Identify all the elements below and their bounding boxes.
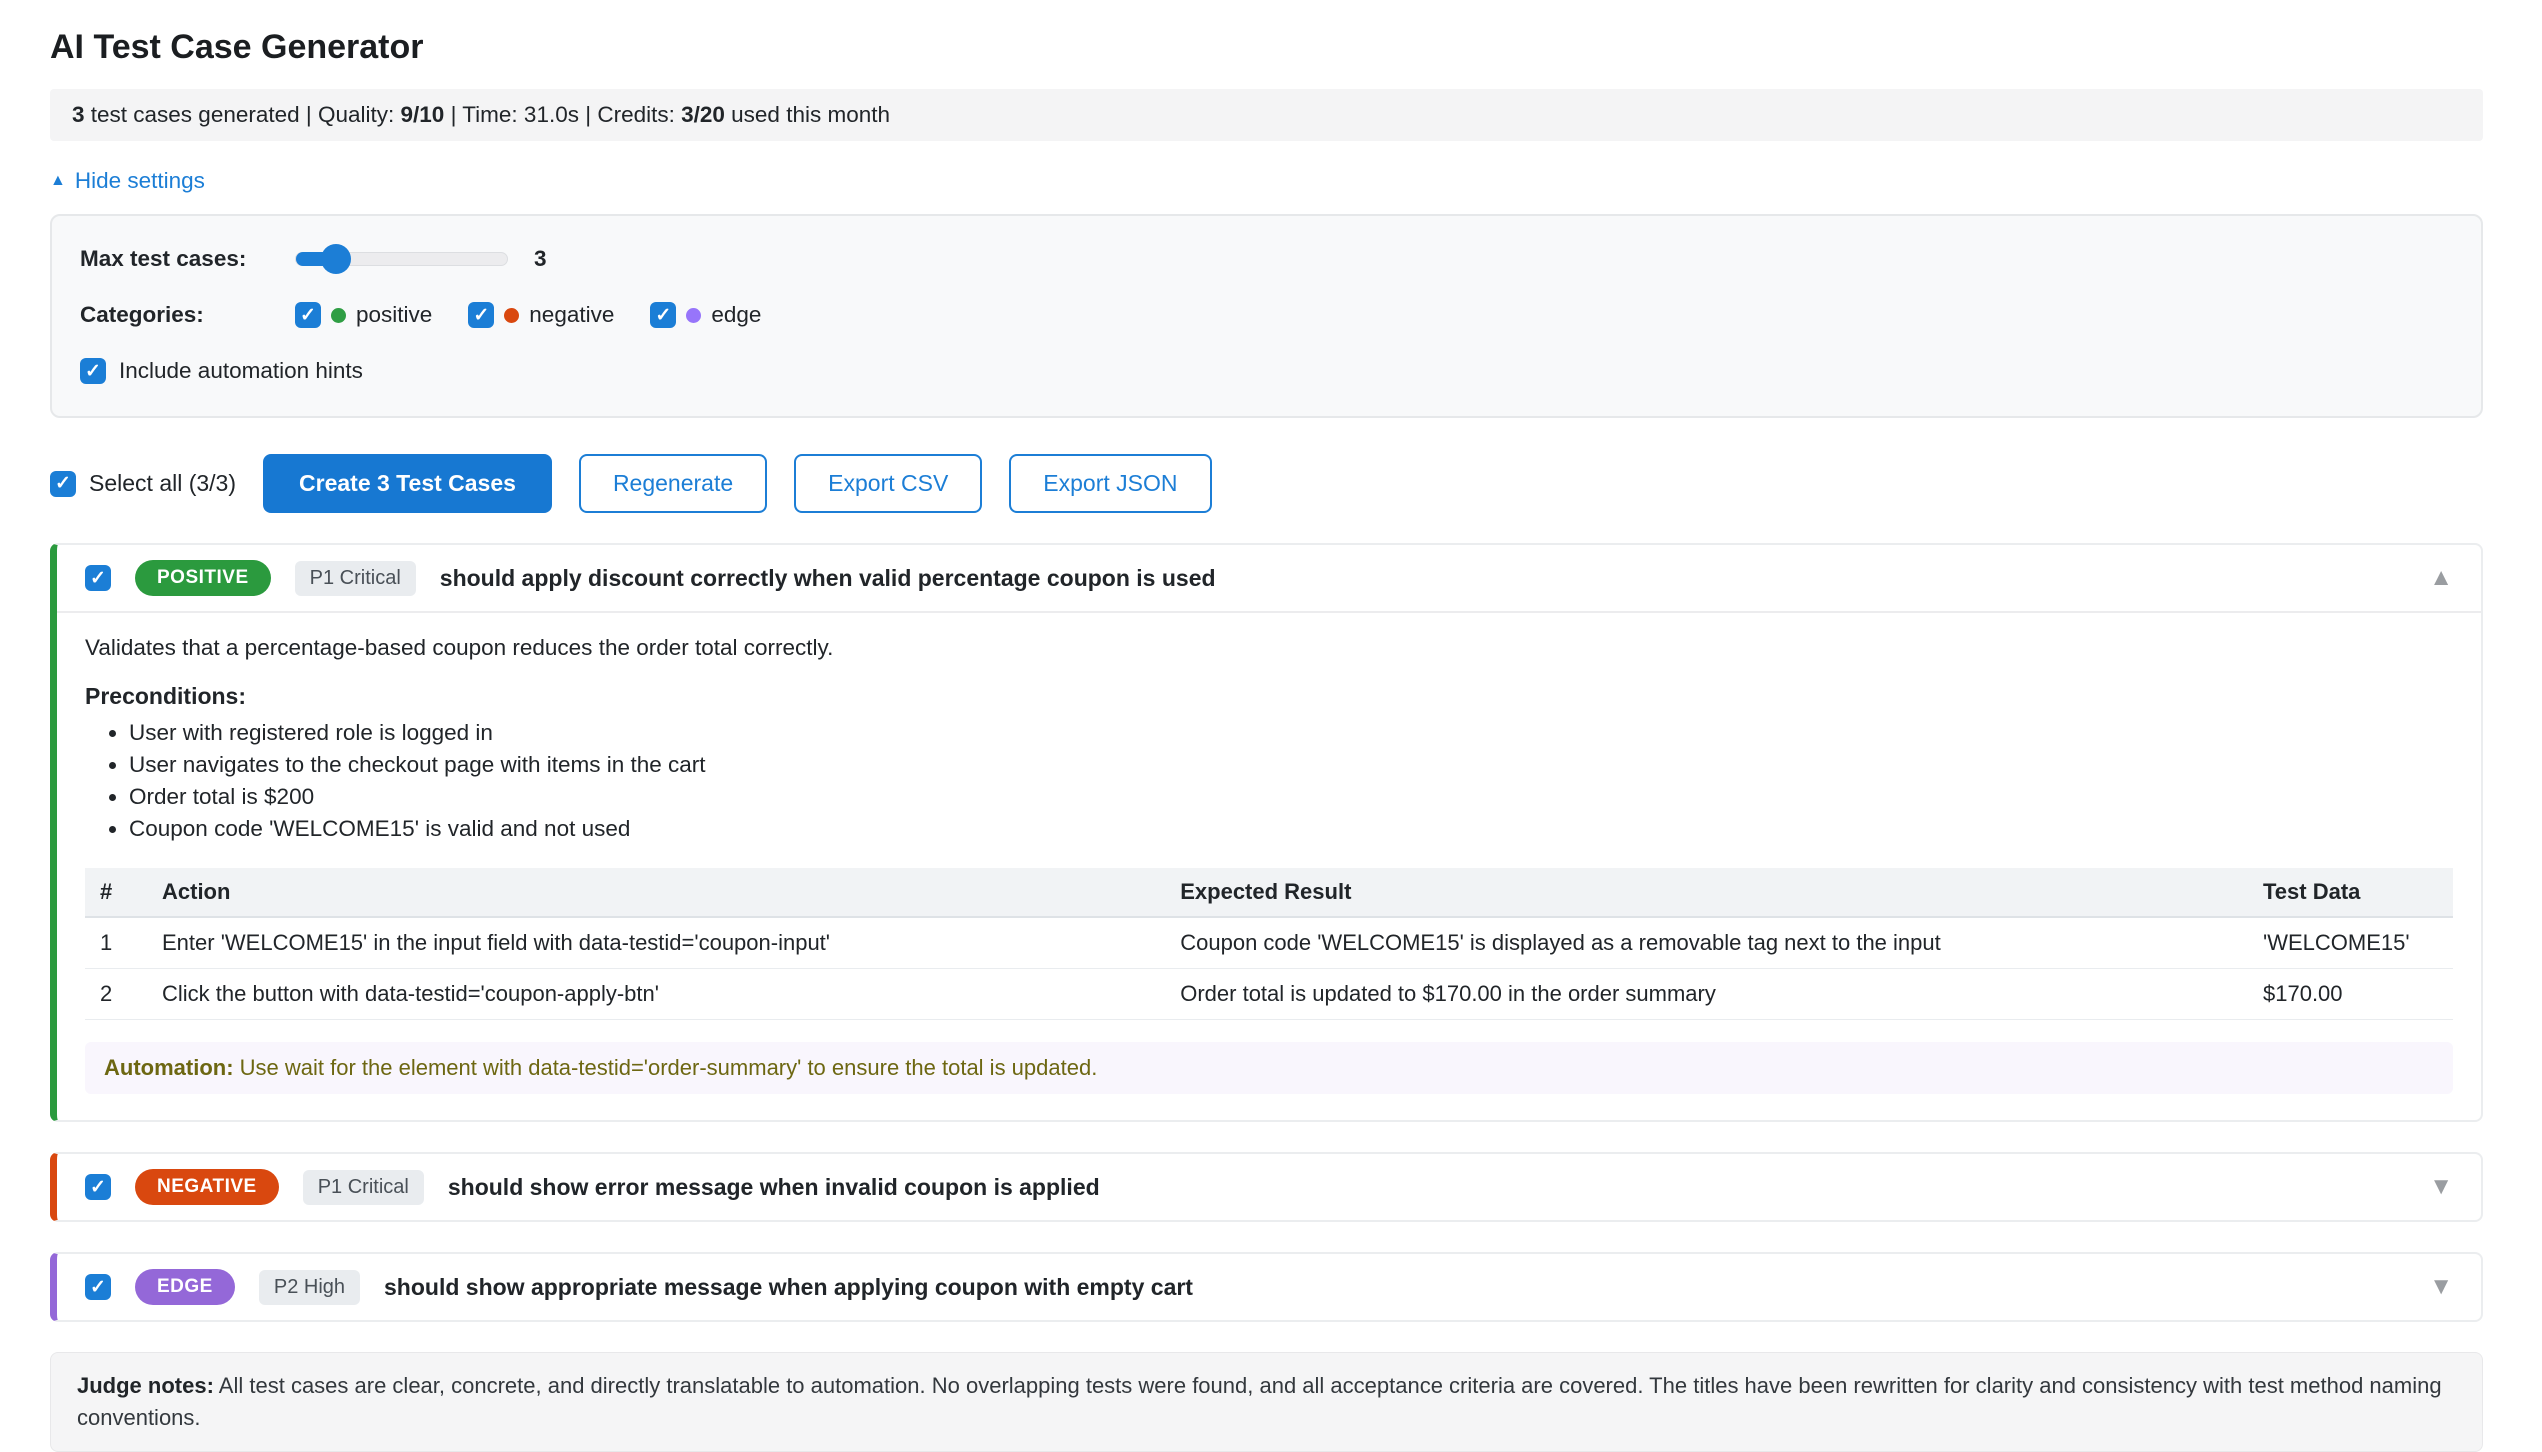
steps-table: # Action Expected Result Test Data 1 Ent… bbox=[85, 868, 2453, 1020]
judge-notes-text: All test cases are clear, concrete, and … bbox=[77, 1373, 2442, 1430]
steps-table-header-row: # Action Expected Result Test Data bbox=[85, 868, 2453, 917]
negative-dot-icon bbox=[504, 308, 519, 323]
page: AI Test Case Generator 3 test cases gene… bbox=[50, 0, 2483, 1452]
hide-settings-link[interactable]: ▲ Hide settings bbox=[50, 168, 205, 194]
judge-notes-label: Judge notes: bbox=[77, 1373, 214, 1398]
automation-note-text: Use wait for the element with data-testi… bbox=[240, 1055, 1098, 1080]
expand-arrow-icon[interactable]: ▼ bbox=[2429, 1273, 2453, 1301]
categories-label: Categories: bbox=[80, 302, 295, 328]
step-number: 2 bbox=[85, 969, 147, 1020]
test-case-title: should show appropriate message when app… bbox=[384, 1274, 2405, 1301]
step-action: Enter 'WELCOME15' in the input field wit… bbox=[147, 917, 1165, 969]
step-number: 1 bbox=[85, 917, 147, 969]
test-case-header[interactable]: POSITIVE P1 Critical should apply discou… bbox=[57, 545, 2481, 611]
priority-badge: P1 Critical bbox=[303, 1170, 424, 1205]
select-all-label: Select all (3/3) bbox=[89, 470, 236, 497]
automation-note-label: Automation: bbox=[104, 1055, 234, 1080]
create-test-cases-button[interactable]: Create 3 Test Cases bbox=[263, 454, 552, 513]
checkbox-edge[interactable] bbox=[650, 302, 676, 328]
table-row: 2 Click the button with data-testid='cou… bbox=[85, 969, 2453, 1020]
step-action: Click the button with data-testid='coupo… bbox=[147, 969, 1165, 1020]
test-case-description: Validates that a percentage-based coupon… bbox=[85, 635, 2453, 661]
page-title: AI Test Case Generator bbox=[50, 28, 2483, 67]
stats-bar: 3 test cases generated | Quality: 9/10 |… bbox=[50, 89, 2483, 141]
automation-note: Automation: Use wait for the element wit… bbox=[85, 1042, 2453, 1094]
checkbox-select-all[interactable] bbox=[50, 471, 76, 497]
category-edge: edge bbox=[650, 302, 761, 328]
stats-seg2: | Time: 31.0s | Credits: bbox=[444, 102, 681, 127]
step-test-data: $170.00 bbox=[2248, 969, 2453, 1020]
checkbox-positive[interactable] bbox=[295, 302, 321, 328]
collapse-arrow-icon[interactable]: ▲ bbox=[2429, 564, 2453, 592]
category-positive: positive bbox=[295, 302, 432, 328]
type-badge-negative: NEGATIVE bbox=[135, 1169, 279, 1205]
stats-credits: 3/20 bbox=[681, 102, 725, 127]
test-case-header[interactable]: EDGE P2 High should show appropriate mes… bbox=[57, 1254, 2481, 1320]
precondition-item: Coupon code 'WELCOME15' is valid and not… bbox=[129, 816, 2453, 842]
test-case-card-negative: NEGATIVE P1 Critical should show error m… bbox=[50, 1152, 2483, 1222]
test-case-title: should apply discount correctly when val… bbox=[440, 565, 2405, 592]
test-case-header[interactable]: NEGATIVE P1 Critical should show error m… bbox=[57, 1154, 2481, 1220]
automation-hints-row: Include automation hints bbox=[80, 352, 2453, 390]
category-negative: negative bbox=[468, 302, 614, 328]
stats-seg1: test cases generated | Quality: bbox=[85, 102, 401, 127]
checkbox-negative[interactable] bbox=[468, 302, 494, 328]
col-header-test-data: Test Data bbox=[2248, 868, 2453, 917]
hide-settings-label: Hide settings bbox=[75, 168, 205, 194]
precondition-item: User with registered role is logged in bbox=[129, 720, 2453, 746]
max-test-cases-row: Max test cases: 3 bbox=[80, 240, 2453, 278]
preconditions-heading: Preconditions: bbox=[85, 683, 2453, 710]
category-positive-label: positive bbox=[356, 302, 432, 328]
type-badge-edge: EDGE bbox=[135, 1269, 235, 1305]
category-negative-label: negative bbox=[529, 302, 614, 328]
test-case-body: Validates that a percentage-based coupon… bbox=[57, 611, 2481, 1120]
categories-row: Categories: positive negative edge bbox=[80, 296, 2453, 334]
col-header-number: # bbox=[85, 868, 147, 917]
export-json-button[interactable]: Export JSON bbox=[1009, 454, 1211, 513]
judge-notes: Judge notes: All test cases are clear, c… bbox=[50, 1352, 2483, 1452]
stats-quality: 9/10 bbox=[401, 102, 445, 127]
type-badge-positive: POSITIVE bbox=[135, 560, 271, 596]
preconditions-list: User with registered role is logged in U… bbox=[129, 720, 2453, 842]
max-test-cases-slider[interactable] bbox=[295, 252, 508, 266]
settings-panel: Max test cases: 3 Categories: positive n… bbox=[50, 214, 2483, 418]
priority-badge: P1 Critical bbox=[295, 561, 416, 596]
checkbox-test-case-3[interactable] bbox=[85, 1274, 111, 1300]
max-test-cases-label: Max test cases: bbox=[80, 246, 295, 272]
step-test-data: 'WELCOME15' bbox=[2248, 917, 2453, 969]
col-header-action: Action bbox=[147, 868, 1165, 917]
select-all: Select all (3/3) bbox=[50, 470, 236, 497]
test-case-title: should show error message when invalid c… bbox=[448, 1174, 2405, 1201]
max-test-cases-value: 3 bbox=[534, 246, 547, 272]
actions-row: Select all (3/3) Create 3 Test Cases Reg… bbox=[50, 454, 2483, 513]
slider-thumb[interactable] bbox=[321, 244, 351, 274]
precondition-item: User navigates to the checkout page with… bbox=[129, 752, 2453, 778]
table-row: 1 Enter 'WELCOME15' in the input field w… bbox=[85, 917, 2453, 969]
step-expected: Coupon code 'WELCOME15' is displayed as … bbox=[1165, 917, 2248, 969]
col-header-expected-result: Expected Result bbox=[1165, 868, 2248, 917]
step-expected: Order total is updated to $170.00 in the… bbox=[1165, 969, 2248, 1020]
automation-hints-label: Include automation hints bbox=[119, 358, 363, 384]
positive-dot-icon bbox=[331, 308, 346, 323]
checkbox-test-case-2[interactable] bbox=[85, 1174, 111, 1200]
category-edge-label: edge bbox=[711, 302, 761, 328]
stats-seg3: used this month bbox=[725, 102, 890, 127]
precondition-item: Order total is $200 bbox=[129, 784, 2453, 810]
test-case-card-positive: POSITIVE P1 Critical should apply discou… bbox=[50, 543, 2483, 1122]
export-csv-button[interactable]: Export CSV bbox=[794, 454, 982, 513]
checkbox-test-case-1[interactable] bbox=[85, 565, 111, 591]
edge-dot-icon bbox=[686, 308, 701, 323]
expand-arrow-icon[interactable]: ▼ bbox=[2429, 1173, 2453, 1201]
triangle-up-icon: ▲ bbox=[50, 173, 66, 189]
stats-count: 3 bbox=[72, 102, 85, 127]
priority-badge: P2 High bbox=[259, 1270, 360, 1305]
test-case-card-edge: EDGE P2 High should show appropriate mes… bbox=[50, 1252, 2483, 1322]
checkbox-automation-hints[interactable] bbox=[80, 358, 106, 384]
regenerate-button[interactable]: Regenerate bbox=[579, 454, 767, 513]
